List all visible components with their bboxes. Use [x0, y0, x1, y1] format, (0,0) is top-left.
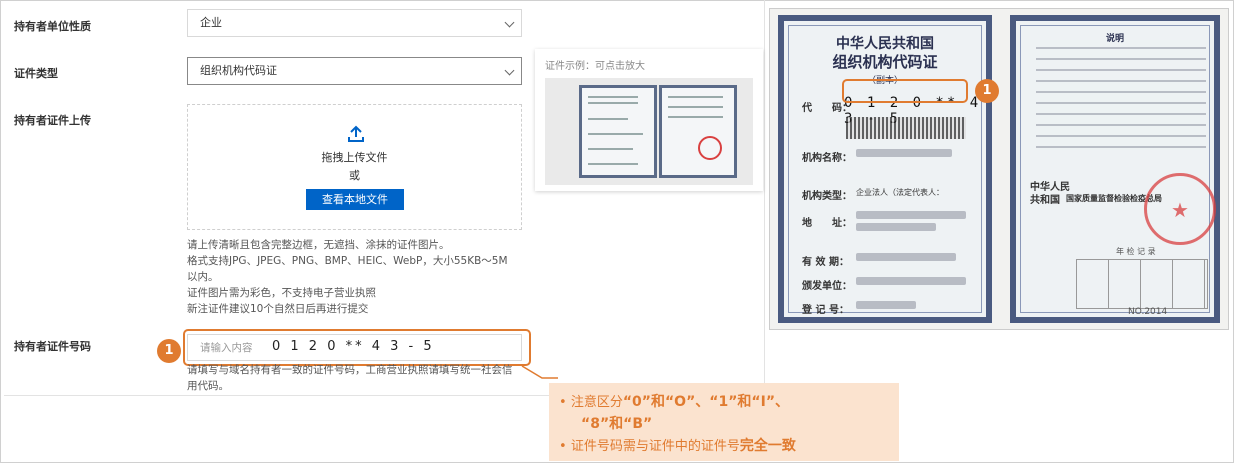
example-page-right: [659, 85, 737, 178]
chevron-down-icon: [504, 65, 515, 76]
cert-type-select[interactable]: 组织机构代码证: [187, 57, 522, 85]
annual-check-label: 年 检 记 录: [1116, 247, 1156, 256]
example-caption: 证件示例：可点击放大: [545, 61, 645, 72]
holder-nature-value: 企业: [200, 16, 222, 29]
upload-hint-5: 新注证件建议10个自然日后再进行提交: [187, 303, 369, 315]
cert-type-label: 证件类型: [14, 67, 58, 80]
cert-country-text: 中华人民共和国: [1030, 182, 1070, 206]
annual-check-table: [1076, 259, 1208, 309]
cert-notes-header: 说明: [1105, 34, 1124, 44]
cert-field-validity: 有 效 期：: [802, 257, 849, 268]
upload-hint-4: 证件图片需为彩色，不支持电子营业执照: [187, 287, 376, 299]
callout-row-1: • 注意区分“0”和“O”、“1”和“I”、: [559, 394, 790, 410]
holder-nature-label: 持有者单位性质: [14, 20, 91, 33]
cert-field-regno: 登 记 号：: [802, 305, 849, 316]
cert-number-label: 持有者证件号码: [14, 340, 91, 353]
cert-example-card[interactable]: 证件示例：可点击放大: [535, 49, 763, 191]
cert-notes-text: [1036, 47, 1206, 157]
upload-hint-1: 请上传清晰且包含完整边框，无遮挡、涂抹的证件图片。: [187, 239, 450, 251]
step-badge-cert: 1: [975, 79, 999, 103]
certificate-back: 说明 中华人民共和国 国家质量监督检验检疫总局 ★ 年 检 记 录 NO.201…: [1010, 15, 1220, 323]
upload-hint-2: 格式支持JPG、JPEG、PNG、BMP、HEIC、WebP，大小55KB～5M: [187, 255, 508, 267]
official-seal: ★: [1144, 173, 1216, 245]
drag-upload-text: 拖拽上传文件: [321, 151, 388, 164]
cert-title-name: 组织机构代码证: [832, 53, 938, 71]
holder-nature-select[interactable]: 企业: [187, 9, 522, 37]
example-page-left: [579, 85, 657, 178]
cert-field-issuer: 颁发单位：: [802, 281, 852, 292]
cert-org-type-value: 企业法人（法定代表人：: [856, 188, 944, 197]
cert-field-address: 地 址：: [802, 218, 852, 229]
callout-row-2: “8”和“B”: [581, 416, 653, 432]
cert-type-value: 组织机构代码证: [200, 64, 277, 77]
cert-number-highlight: [183, 329, 531, 366]
callout-box: • 注意区分“0”和“O”、“1”和“I”、 “8”和“B” • 证件号码需与证…: [549, 383, 899, 461]
certificate-front: 中华人民共和国 组织机构代码证 （副本） 代 码： 0 1 2 0 ** 4 3…: [778, 15, 992, 323]
cert-number-hint-1: 请填写与域名持有者一致的证件号码，工商营业执照请填写统一社会信: [187, 364, 513, 376]
upload-hint-3: 以内。: [187, 271, 219, 283]
chevron-down-icon: [504, 17, 515, 28]
browse-local-file-button[interactable]: 查看本地文件: [306, 189, 404, 210]
example-thumbnail[interactable]: [545, 78, 753, 185]
cert-number-hint-2: 用代码。: [187, 380, 229, 392]
callout-connector: [521, 365, 558, 379]
step-badge-form: 1: [157, 339, 181, 363]
cert-upload-label: 持有者证件上传: [14, 114, 91, 127]
cert-serial-no: NO.2014: [1128, 307, 1168, 317]
or-text: 或: [349, 169, 360, 182]
upload-dropzone[interactable]: 拖拽上传文件 或 查看本地文件: [187, 104, 522, 230]
certificate-image: 中华人民共和国 组织机构代码证 （副本） 代 码： 0 1 2 0 ** 4 3…: [769, 8, 1229, 330]
cert-code-highlight: [842, 79, 968, 103]
cert-field-name: 机构名称：: [802, 153, 852, 164]
callout-row-3: • 证件号码需与证件中的证件号完全一致: [559, 438, 796, 454]
barcode: [846, 117, 966, 139]
upload-icon: [348, 125, 364, 142]
cert-title-country: 中华人民共和国: [836, 36, 934, 52]
cert-field-type: 机构类型：: [802, 191, 852, 202]
